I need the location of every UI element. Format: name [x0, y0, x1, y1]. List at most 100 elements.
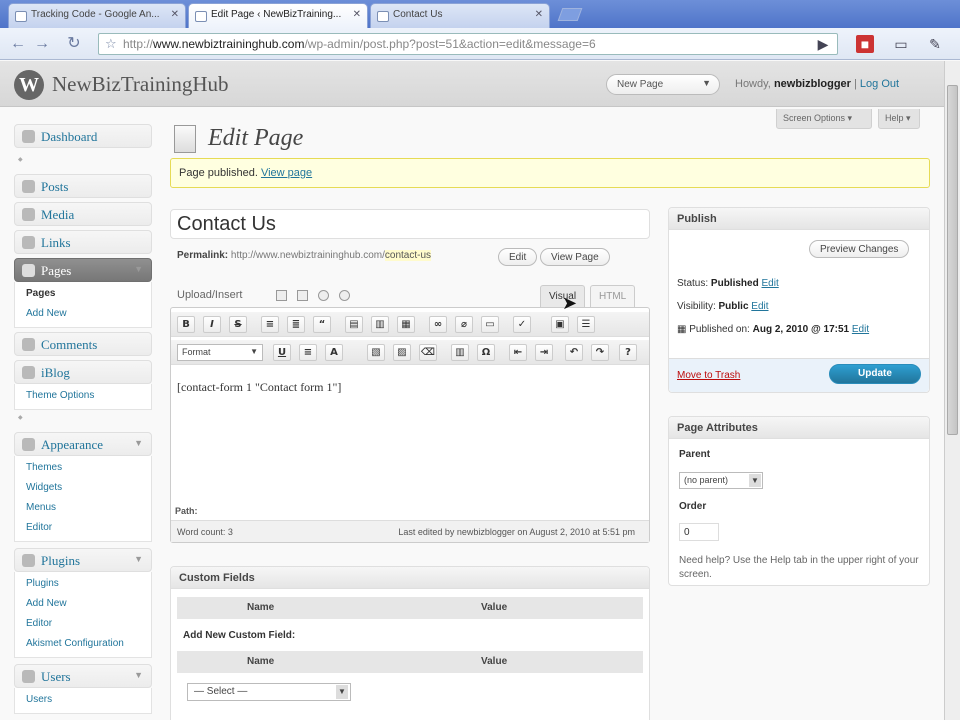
forward-arrow-icon[interactable]: →	[32, 34, 52, 54]
paste-word-icon[interactable]: ▨	[393, 344, 411, 361]
close-icon[interactable]: ✕	[535, 9, 543, 20]
submenu-themes[interactable]: Themes	[15, 458, 151, 478]
outdent-icon[interactable]: ⇤	[509, 344, 527, 361]
italic-icon[interactable]: I	[203, 316, 221, 333]
edit-permalink-button[interactable]: Edit	[498, 248, 538, 266]
username-link[interactable]: newbizblogger	[774, 78, 851, 90]
chevron-down-icon[interactable]: ▼	[134, 554, 143, 564]
more-tag-icon[interactable]: ▭	[481, 316, 499, 333]
add-media-icon[interactable]	[339, 290, 350, 301]
indent-icon[interactable]: ⇥	[535, 344, 553, 361]
parent-select[interactable]: (no parent) ▼	[679, 472, 763, 489]
submenu-theme-options[interactable]: Theme Options	[15, 386, 151, 406]
blockquote-icon[interactable]: “	[313, 316, 331, 333]
undo-icon[interactable]: ↶	[565, 344, 583, 361]
move-to-trash-link[interactable]: Move to Trash	[677, 370, 740, 381]
address-bar[interactable]: ☆ http://www.newbiztraininghub.com/wp-ad…	[98, 33, 838, 55]
underline-icon[interactable]: U	[273, 344, 291, 361]
menu-links[interactable]: Links	[14, 230, 152, 254]
menu-media[interactable]: Media	[14, 202, 152, 226]
edit-date-link[interactable]: Edit	[852, 324, 869, 335]
permalink-slug[interactable]: contact-us	[384, 250, 432, 261]
submenu-menus[interactable]: Menus	[15, 498, 151, 518]
screen-options-button[interactable]: Screen Options ▾	[776, 109, 872, 129]
bullet-list-icon[interactable]: ≡	[261, 316, 279, 333]
new-tab-button[interactable]	[557, 8, 583, 21]
bookmark-star-icon[interactable]: ☆	[105, 36, 117, 52]
bold-icon[interactable]: B	[177, 316, 195, 333]
page-attributes-title[interactable]: Page Attributes	[669, 417, 929, 439]
publish-title[interactable]: Publish	[669, 208, 929, 230]
browser-tab-tracking-code[interactable]: Tracking Code - Google An... ✕	[8, 3, 186, 28]
editor-content[interactable]: [contact-form 1 "Contact form 1"]	[177, 380, 341, 395]
edit-visibility-link[interactable]: Edit	[751, 301, 768, 312]
chevron-down-icon[interactable]: ▼	[134, 670, 143, 680]
menu-dashboard[interactable]: Dashboard	[14, 124, 152, 148]
help-button[interactable]: Help ▾	[878, 109, 920, 129]
preview-changes-button[interactable]: Preview Changes	[809, 240, 910, 258]
post-title-input[interactable]: Contact Us	[170, 209, 650, 239]
align-left-icon[interactable]: ▤	[345, 316, 363, 333]
tab-html[interactable]: HTML	[590, 285, 636, 307]
kitchen-sink-icon[interactable]: ☰	[577, 316, 595, 333]
menu-iblog[interactable]: iBlog Theme Options	[14, 360, 152, 410]
scrollbar-thumb[interactable]	[947, 85, 958, 435]
menu-pages[interactable]: Pages ▼ Pages Add New	[14, 258, 152, 328]
menu-comments[interactable]: Comments	[14, 332, 152, 356]
back-arrow-icon[interactable]: ←	[8, 34, 28, 54]
reload-icon[interactable]: ↻	[64, 34, 84, 54]
fullscreen-icon[interactable]: ▣	[551, 316, 569, 333]
add-video-icon[interactable]	[297, 290, 308, 301]
wrench-icon[interactable]: ✎	[926, 35, 944, 53]
text-color-icon[interactable]: A	[325, 344, 343, 361]
strikethrough-icon[interactable]: S	[229, 316, 247, 333]
custom-fields-title[interactable]: Custom Fields	[171, 567, 649, 589]
justify-icon[interactable]: ≡	[299, 344, 317, 361]
site-name[interactable]: NewBizTrainingHub	[52, 72, 229, 97]
align-center-icon[interactable]: ▥	[371, 316, 389, 333]
order-input[interactable]: 0	[679, 523, 719, 541]
add-image-icon[interactable]	[276, 290, 287, 301]
custom-field-key-select[interactable]: — Select — ▼	[187, 683, 351, 701]
view-page-button[interactable]: View Page	[540, 248, 610, 266]
spellcheck-icon[interactable]: ✓	[513, 316, 531, 333]
logout-link[interactable]: Log Out	[860, 78, 899, 90]
play-icon[interactable]: ▶	[814, 35, 832, 53]
page-menu-icon[interactable]: ▭	[892, 35, 910, 53]
menu-plugins[interactable]: Plugins ▼ Plugins Add New Editor Akismet …	[14, 548, 152, 658]
link-icon[interactable]: ∞	[429, 316, 447, 333]
unlink-icon[interactable]: ⌀	[455, 316, 473, 333]
close-icon[interactable]: ✕	[171, 9, 179, 20]
special-character-icon[interactable]: Ω	[477, 344, 495, 361]
submenu-users[interactable]: Users	[15, 690, 151, 710]
favorite-actions-dropdown[interactable]: New Page ▼	[606, 74, 720, 95]
menu-appearance[interactable]: Appearance ▼ Themes Widgets Menus Editor	[14, 432, 152, 542]
numbered-list-icon[interactable]: ≣	[287, 316, 305, 333]
submenu-plugins[interactable]: Plugins	[15, 574, 151, 594]
browser-tab-contact-us[interactable]: Contact Us ✕	[370, 3, 550, 28]
menu-users[interactable]: Users ▼ Users	[14, 664, 152, 714]
update-button[interactable]: Update	[829, 364, 921, 384]
submenu-add-new-page[interactable]: Add New	[15, 304, 151, 324]
page-scrollbar[interactable]	[944, 61, 960, 720]
submenu-pages[interactable]: Pages	[15, 284, 151, 304]
submenu-widgets[interactable]: Widgets	[15, 478, 151, 498]
submenu-akismet-configuration[interactable]: Akismet Configuration	[15, 634, 151, 654]
redo-icon[interactable]: ↷	[591, 344, 609, 361]
chevron-down-icon[interactable]: ▼	[134, 264, 143, 274]
content-editor[interactable]: B I S ≡ ≣ “ ▤ ▥ ▦ ∞ ⌀ ▭ ✓ ▣ ☰ Format ▼ U…	[170, 307, 650, 543]
menu-posts[interactable]: Posts	[14, 174, 152, 198]
edit-status-link[interactable]: Edit	[762, 278, 779, 289]
add-audio-icon[interactable]	[318, 290, 329, 301]
close-icon[interactable]: ✕	[353, 9, 361, 20]
align-right-icon[interactable]: ▦	[397, 316, 415, 333]
paste-text-icon[interactable]: ▧	[367, 344, 385, 361]
chevron-down-icon[interactable]: ▼	[134, 438, 143, 448]
format-select[interactable]: Format ▼	[177, 344, 263, 361]
remove-format-icon[interactable]: ⌫	[419, 344, 437, 361]
help-icon[interactable]: ?	[619, 344, 637, 361]
extension-icon[interactable]: ■	[856, 35, 874, 53]
browser-tab-edit-page[interactable]: Edit Page ‹ NewBizTraining... ✕	[188, 3, 368, 28]
submenu-plugin-editor[interactable]: Editor	[15, 614, 151, 634]
view-page-link[interactable]: View page	[261, 167, 312, 179]
